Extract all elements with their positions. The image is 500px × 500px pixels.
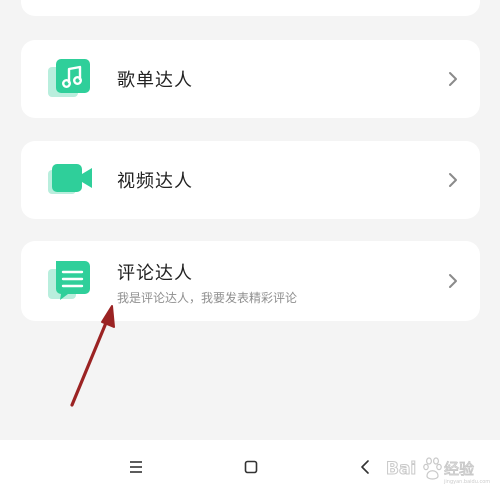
menu-item-playlist-expert[interactable]: 歌单达人 [21, 40, 480, 118]
menu-item-comment-expert[interactable]: 评论达人 我是评论达人，我要发表精彩评论 [21, 241, 480, 321]
menu-item-video-expert[interactable]: 视频达人 [21, 141, 480, 219]
chevron-right-icon[interactable] [448, 71, 458, 87]
menu-item-label: 评论达人 [117, 263, 193, 284]
home-square-icon[interactable] [244, 460, 258, 474]
back-chevron-icon[interactable] [359, 460, 371, 474]
menu-item-label: 视频达人 [117, 171, 193, 192]
music-playlist-icon [48, 59, 90, 97]
svg-text:经验: 经验 [444, 460, 474, 478]
menu-lines-icon[interactable] [129, 460, 143, 474]
svg-text:Bai: Bai [386, 459, 416, 479]
top-card-partial [21, 0, 480, 16]
comment-note-icon [48, 261, 90, 300]
svg-text:jingyan.baidu.com: jingyan.baidu.com [443, 479, 490, 485]
chevron-right-icon[interactable] [448, 172, 458, 188]
video-camera-icon [48, 164, 92, 194]
baidu-watermark-logo: Bai 经验 jingyan.baidu.com [386, 457, 490, 485]
menu-item-label: 歌单达人 [117, 70, 193, 91]
menu-item-subtitle: 我是评论达人，我要发表精彩评论 [117, 291, 298, 305]
chevron-right-icon[interactable] [448, 273, 458, 289]
